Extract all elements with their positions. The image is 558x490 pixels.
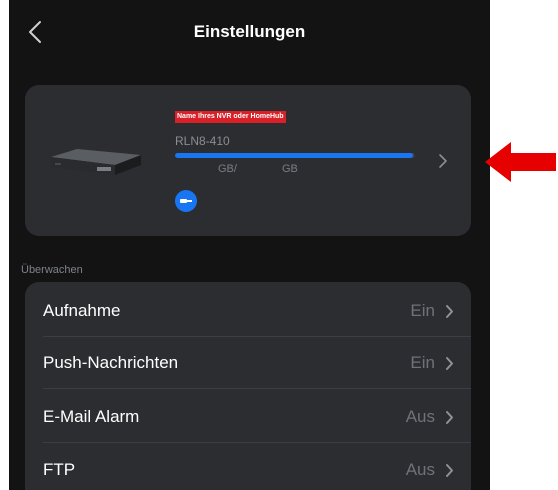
settings-row-label: Aufnahme: [43, 301, 121, 320]
page-title: Einstellungen: [193, 22, 306, 41]
device-model: RLN8-410: [175, 134, 230, 148]
device-card[interactable]: Name Ihres NVR oder HomeHub RLN8-410 GB/…: [25, 85, 471, 236]
chevron-right-icon: [446, 356, 453, 370]
storage-used-text: GB/: [218, 163, 237, 175]
header: Einstellungen: [9, 0, 490, 70]
settings-row-label: FTP: [43, 460, 76, 479]
device-name-label: Name Ihres NVR oder HomeHub: [175, 111, 286, 123]
chevron-right-icon: [439, 154, 447, 168]
chevron-right-icon: [446, 463, 453, 477]
storage-progress-fill: [175, 153, 413, 158]
row-divider: [43, 388, 471, 389]
row-divider: [43, 442, 471, 443]
section-label-monitoring: Überwachen: [21, 264, 83, 276]
settings-row-email-alarm[interactable]: E-Mail Alarm Aus: [25, 391, 471, 443]
chevron-right-icon: [446, 410, 453, 424]
settings-row-label: Push-Nachrichten: [43, 353, 179, 372]
settings-row-value: Ein: [410, 301, 435, 320]
settings-row-recording[interactable]: Aufnahme Ein: [25, 285, 471, 337]
red-arrow-annotation: [485, 142, 556, 182]
network-cable-icon: [175, 190, 197, 212]
settings-row-label: E-Mail Alarm: [43, 407, 140, 426]
settings-row-value: Ein: [410, 353, 435, 372]
chevron-right-icon: [446, 304, 453, 318]
settings-row-value: Aus: [405, 407, 435, 426]
settings-row-value: Aus: [405, 460, 435, 479]
settings-row-push-notifications[interactable]: Push-Nachrichten Ein: [25, 337, 471, 389]
settings-row-ftp[interactable]: FTP Aus: [25, 444, 471, 490]
settings-list: Aufnahme Ein Push-Nachrichten Ein E-Mail…: [25, 282, 471, 490]
storage-total-text: GB: [282, 163, 298, 175]
phone-screen: Einstellungen Name Ihres NVR oder HomeHu…: [9, 0, 490, 490]
storage-progress-bar: [175, 153, 415, 158]
nvr-device-image: [51, 149, 141, 175]
